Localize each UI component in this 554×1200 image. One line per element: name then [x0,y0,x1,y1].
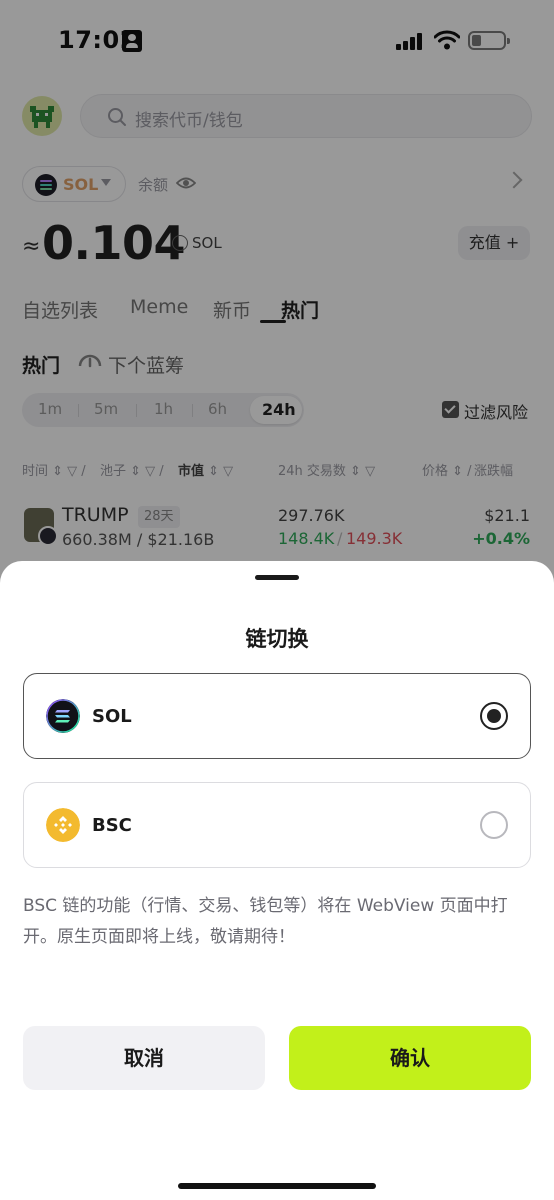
chain-switch-sheet: 链切换 SOL BSC BSC 链的功能（行情、交易、钱包等）将在 WebVie… [0,561,554,1200]
bnb-logo-icon [46,808,80,842]
chain-option-bsc[interactable]: BSC [23,782,531,868]
chain-option-bsc-label: BSC [92,815,132,836]
sheet-title: 链切换 [245,627,309,651]
home-indicator [178,1183,376,1189]
confirm-button[interactable]: 确认 [289,1026,531,1090]
sheet-grabber[interactable] [255,575,299,580]
bsc-notice: BSC 链的功能（行情、交易、钱包等）将在 WebView 页面中打开。原生页面… [23,896,508,947]
chain-option-sol-label: SOL [92,706,132,727]
chain-option-sol[interactable]: SOL [23,673,531,759]
radio-unselected-icon[interactable] [480,811,508,839]
cancel-button[interactable]: 取消 [23,1026,265,1090]
radio-selected-icon[interactable] [480,702,508,730]
sol-logo-icon [46,699,80,733]
